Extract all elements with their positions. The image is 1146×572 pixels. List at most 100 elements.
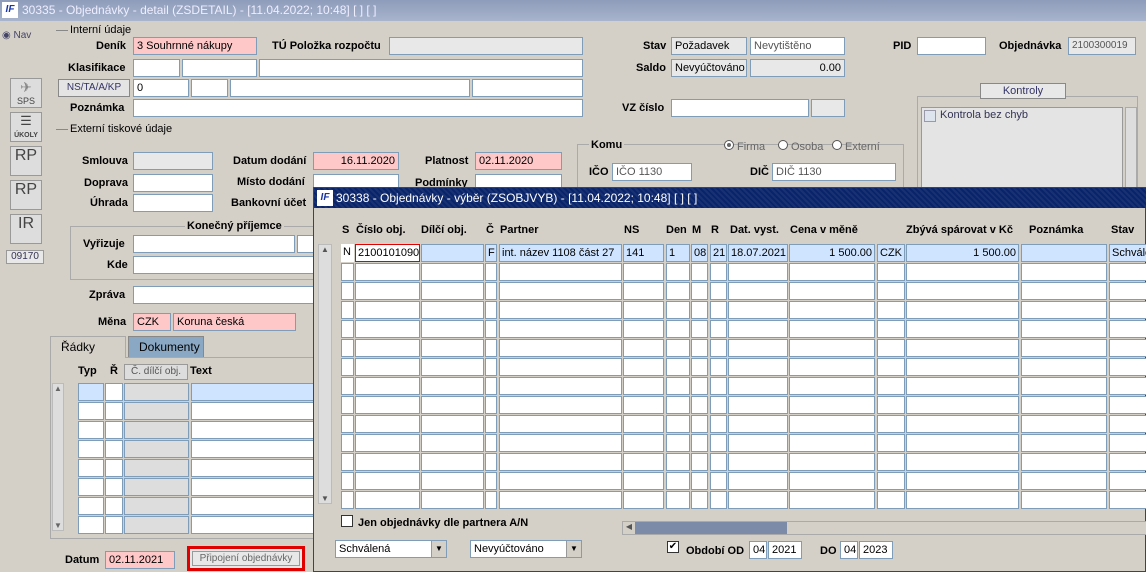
result-cell-empty[interactable] xyxy=(623,472,664,490)
result-cell-den[interactable]: 1 xyxy=(666,244,690,262)
result-cell-empty[interactable] xyxy=(499,358,622,376)
result-cell-empty[interactable] xyxy=(1021,377,1107,395)
sps-button[interactable]: ✈ SPS xyxy=(10,78,42,108)
result-cell-empty[interactable] xyxy=(1021,434,1107,452)
lines-cell[interactable] xyxy=(105,440,123,458)
result-cell-empty[interactable] xyxy=(1021,282,1107,300)
result-cell-empty[interactable] xyxy=(906,472,1019,490)
result-cell-empty[interactable] xyxy=(691,491,708,509)
result-cell-empty[interactable] xyxy=(499,282,622,300)
mena-name-field[interactable]: Koruna česká xyxy=(173,313,296,331)
result-cell-empty[interactable] xyxy=(623,377,664,395)
result-cell-empty[interactable] xyxy=(1109,377,1146,395)
radio-externi[interactable] xyxy=(832,140,842,150)
result-cell-empty[interactable] xyxy=(906,453,1019,471)
result-cell-empty[interactable] xyxy=(789,491,875,509)
result-cell-empty[interactable] xyxy=(728,282,788,300)
lines-cell[interactable] xyxy=(124,440,189,458)
ico-field[interactable]: IČO 1130 xyxy=(612,163,692,181)
tu-field[interactable] xyxy=(389,37,583,55)
result-cell-empty[interactable] xyxy=(355,282,420,300)
lines-scrollbar[interactable]: ▲ ▼ xyxy=(52,383,64,531)
lines-cell[interactable] xyxy=(191,421,320,439)
zprava-field[interactable] xyxy=(133,286,317,304)
result-cell-empty[interactable] xyxy=(485,358,497,376)
smlouva-field[interactable] xyxy=(133,152,213,170)
result-cell-empty[interactable] xyxy=(691,415,708,433)
result-cell-empty[interactable] xyxy=(666,491,690,509)
kde-field[interactable] xyxy=(133,256,317,274)
result-cell-empty[interactable] xyxy=(623,396,664,414)
lines-cell[interactable] xyxy=(124,516,189,534)
nav-radio[interactable]: ◉ Nav xyxy=(2,30,31,41)
result-cell-cislo[interactable]: 2100101090 xyxy=(355,244,420,262)
result-cell-empty[interactable] xyxy=(341,472,354,490)
result-cell-empty[interactable] xyxy=(1021,339,1107,357)
pid-field[interactable] xyxy=(917,37,986,55)
result-cell-empty[interactable] xyxy=(1021,491,1107,509)
result-cell-empty[interactable] xyxy=(728,415,788,433)
result-cell-empty[interactable] xyxy=(341,301,354,319)
result-cell-empty[interactable] xyxy=(341,434,354,452)
ir-button[interactable]: IR xyxy=(10,214,42,244)
result-cell-empty[interactable] xyxy=(710,339,727,357)
filter-stav-select[interactable]: Schválená ▼ xyxy=(335,540,447,558)
result-cell-empty[interactable] xyxy=(499,377,622,395)
result-cell-empty[interactable] xyxy=(710,320,727,338)
result-cell-empty[interactable] xyxy=(623,434,664,452)
result-cell-empty[interactable] xyxy=(499,320,622,338)
result-cell-empty[interactable] xyxy=(623,282,664,300)
result-cell-empty[interactable] xyxy=(1021,301,1107,319)
lines-cell[interactable] xyxy=(124,402,189,420)
result-cell-empty[interactable] xyxy=(666,282,690,300)
result-cell-empty[interactable] xyxy=(355,377,420,395)
result-cell-empty[interactable] xyxy=(623,301,664,319)
result-cell-empty[interactable] xyxy=(1109,282,1146,300)
lines-cell[interactable] xyxy=(105,421,123,439)
result-cell-empty[interactable] xyxy=(728,396,788,414)
result-cell-empty[interactable] xyxy=(1021,358,1107,376)
lines-cell[interactable] xyxy=(105,497,123,515)
result-cell-empty[interactable] xyxy=(1021,415,1107,433)
saldo-amount-field[interactable]: 0.00 xyxy=(750,59,845,77)
lines-cell[interactable] xyxy=(78,478,104,496)
result-cell-empty[interactable] xyxy=(355,453,420,471)
col-dilci-button[interactable]: Č. dílčí obj. xyxy=(124,364,188,380)
result-cell-empty[interactable] xyxy=(877,301,905,319)
result-cell-empty[interactable] xyxy=(728,358,788,376)
result-cell-empty[interactable] xyxy=(877,396,905,414)
result-cell-dilci[interactable] xyxy=(421,244,484,262)
result-cell-empty[interactable] xyxy=(877,377,905,395)
result-cell-empty[interactable] xyxy=(666,453,690,471)
result-cell-empty[interactable] xyxy=(499,491,622,509)
vz-field-2[interactable] xyxy=(811,99,845,117)
result-cell-empty[interactable] xyxy=(341,320,354,338)
nstaakp-field-4[interactable] xyxy=(472,79,583,97)
result-cell-ns[interactable]: 141 xyxy=(623,244,664,262)
result-cell-empty[interactable] xyxy=(691,282,708,300)
result-cell-stav[interactable]: Schválená xyxy=(1109,244,1146,262)
result-cell-empty[interactable] xyxy=(1021,320,1107,338)
mena-code-field[interactable]: CZK xyxy=(133,313,171,331)
result-cell-empty[interactable] xyxy=(1109,358,1146,376)
result-cell-empty[interactable] xyxy=(485,339,497,357)
result-cell-empty[interactable] xyxy=(499,301,622,319)
result-cell-empty[interactable] xyxy=(1021,472,1107,490)
datum-dodani-field[interactable]: 16.11.2020 xyxy=(313,152,399,170)
result-cell-empty[interactable] xyxy=(728,263,788,281)
result-cell-empty[interactable] xyxy=(1109,263,1146,281)
lines-cell[interactable] xyxy=(124,421,189,439)
result-cell-empty[interactable] xyxy=(623,339,664,357)
result-cell-empty[interactable] xyxy=(485,377,497,395)
od-year-field[interactable]: 2021 xyxy=(768,541,802,559)
result-cell-empty[interactable] xyxy=(1021,396,1107,414)
result-cell-empty[interactable] xyxy=(877,282,905,300)
result-cell-empty[interactable] xyxy=(355,263,420,281)
lines-cell[interactable] xyxy=(191,383,320,401)
result-cell-empty[interactable] xyxy=(485,263,497,281)
result-cell-empty[interactable] xyxy=(877,453,905,471)
lines-cell[interactable] xyxy=(124,383,189,401)
result-cell-empty[interactable] xyxy=(906,320,1019,338)
result-cell-cena[interactable]: 1 500.00 xyxy=(789,244,875,262)
uhrada-field[interactable] xyxy=(133,194,213,212)
